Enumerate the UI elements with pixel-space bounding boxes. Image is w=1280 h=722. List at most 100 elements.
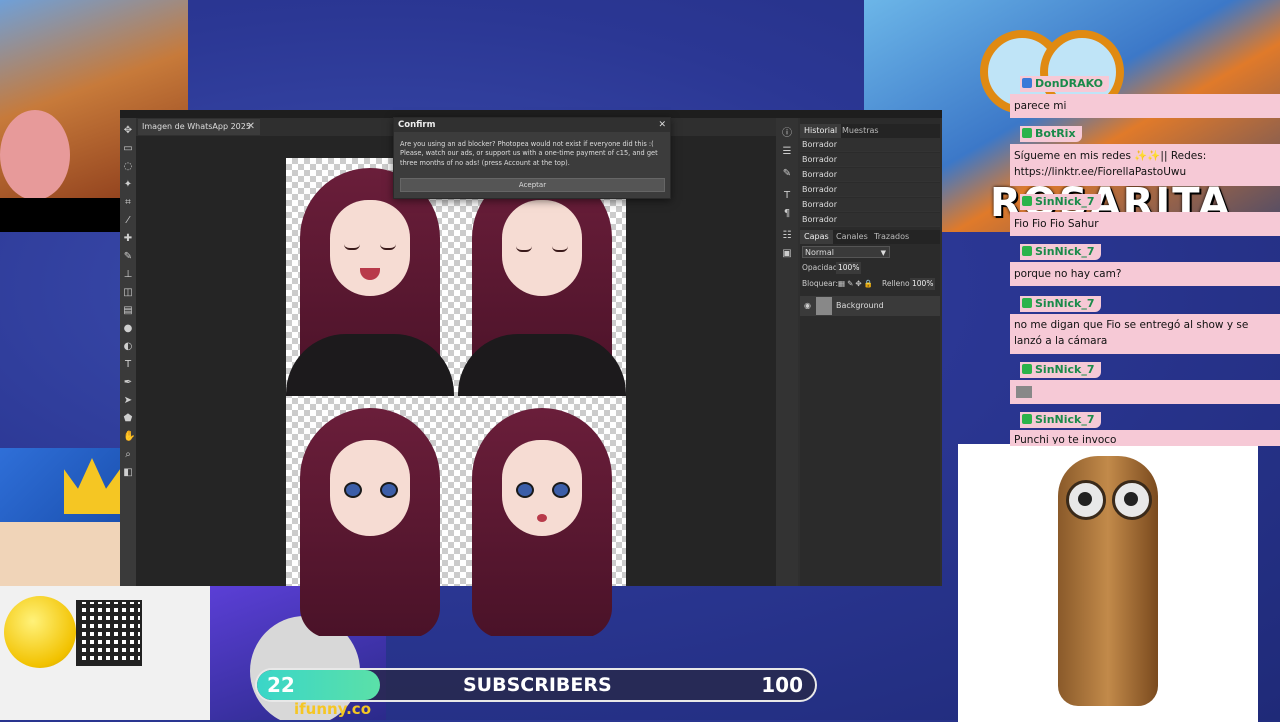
chat-text: parece mi [1014, 100, 1067, 112]
type-tool-icon[interactable]: T [123, 360, 133, 370]
subscriber-count: 22 [267, 673, 295, 697]
small-mouth [537, 514, 547, 522]
panel-icon-strip: ⓘ ☰ ✎ T ¶ ☷ ▣ [776, 118, 798, 586]
lock-icons[interactable]: ▦✎✥🔒 [838, 278, 875, 290]
brush-tool-icon[interactable]: ✎ [123, 252, 133, 262]
eye [344, 482, 362, 498]
layer-row[interactable]: ◉ Background [800, 296, 940, 316]
magic-wand-icon[interactable]: ✦ [123, 180, 133, 190]
chat-username: SinNick_7 [1020, 194, 1101, 210]
eye [380, 482, 398, 498]
dialog-title: Confirm [398, 120, 436, 130]
chat-username: DonDRAKO [1020, 76, 1110, 92]
chat-text: Punchi yo te invoco [1014, 434, 1117, 444]
tab-capas[interactable]: Capas [800, 230, 833, 244]
lasso-tool-icon[interactable]: ◌ [123, 162, 133, 172]
subscriber-label: SUBSCRIBERS [463, 674, 612, 696]
emoji-face-icon [4, 596, 76, 668]
fill-field[interactable]: 100% [910, 278, 936, 290]
brush-settings-icon[interactable]: ✎ [781, 168, 793, 180]
eye [516, 482, 534, 498]
opacity-label: Opacidad: [802, 263, 841, 272]
path-select-icon[interactable]: ➤ [123, 396, 133, 406]
zoom-tool-icon[interactable]: ⌕ [123, 450, 133, 460]
face [330, 200, 410, 296]
stamp-tool-icon[interactable]: ⊥ [123, 270, 133, 280]
move-tool-icon[interactable]: ✥ [123, 126, 133, 136]
blur-tool-icon[interactable]: ● [123, 324, 133, 334]
chat-user-name: SinNick_7 [1035, 195, 1095, 208]
portrait-surprised [458, 398, 626, 636]
hand-tool-icon[interactable]: ✋ [123, 432, 135, 442]
character-icon[interactable]: T [781, 190, 793, 202]
shape-tool-icon[interactable]: ⬟ [123, 414, 133, 424]
chat-username: BotRix [1020, 126, 1082, 142]
chat-text: no me digan que Fio se entregó al show y… [1014, 319, 1249, 347]
face [502, 440, 582, 536]
meme-face-tile [0, 522, 122, 586]
closed-eye [380, 244, 396, 250]
tab-historial[interactable]: Historial [800, 124, 842, 138]
image-icon[interactable]: ▣ [781, 248, 793, 260]
document-tab-label: Imagen de WhatsApp 2025 [142, 122, 251, 131]
eraser-tool-icon[interactable]: ◫ [123, 288, 133, 298]
visibility-eye-icon[interactable]: ◉ [804, 296, 811, 316]
chat-username: SinNick_7 [1020, 412, 1101, 428]
dodge-tool-icon[interactable]: ◐ [123, 342, 133, 352]
close-icon[interactable]: ✕ [658, 118, 666, 132]
adjustments-icon[interactable]: ☷ [781, 230, 793, 242]
sliders-icon[interactable]: ☰ [781, 146, 793, 158]
confirm-dialog: Confirm ✕ Are you using an ad blocker? P… [393, 117, 671, 199]
eyedropper-icon[interactable]: ⁄ [123, 216, 133, 226]
badge-icon [1022, 298, 1032, 308]
tab-trazados[interactable]: Trazados [870, 230, 913, 244]
gradient-tool-icon[interactable]: ▤ [123, 306, 133, 316]
fill-label: Relleno: [882, 279, 913, 288]
subscriber-goal-bar: 22 SUBSCRIBERS 100 [255, 668, 817, 702]
layer-thumbnail [816, 297, 832, 315]
history-item[interactable]: Borrador [800, 138, 940, 152]
chat-username: SinNick_7 [1020, 362, 1101, 378]
healing-tool-icon[interactable]: ✚ [123, 234, 133, 244]
eye [552, 482, 570, 498]
badge-icon [1022, 246, 1032, 256]
badge-icon [1022, 128, 1032, 138]
history-item[interactable]: Borrador [800, 168, 940, 182]
history-item[interactable]: Borrador [800, 198, 940, 212]
portrait-neutral [286, 398, 454, 636]
pig-shape [0, 110, 70, 198]
history-tabbar: Historial Muestras [800, 124, 940, 138]
qr-code [76, 600, 142, 666]
info-icon[interactable]: ⓘ [781, 128, 793, 140]
blend-mode-select[interactable]: Normal ▼ [802, 246, 890, 258]
history-item[interactable]: Borrador [800, 183, 940, 197]
chat-text: Sígueme en mis redes ✨✨|| Redes: https:/… [1014, 150, 1207, 178]
emote-icon [1016, 386, 1032, 398]
accept-button[interactable]: Aceptar [400, 178, 665, 192]
crop-tool-icon[interactable]: ⌗ [123, 198, 133, 208]
pen-tool-icon[interactable]: ✒ [123, 378, 133, 388]
badge-icon [1022, 196, 1032, 206]
dialog-header: Confirm ✕ [394, 118, 670, 132]
tab-muestras[interactable]: Muestras [838, 124, 883, 138]
color-swatches-icon[interactable]: ◧ [123, 468, 133, 478]
figure-eye-right [1112, 480, 1152, 520]
lock-label: Bloquear: [802, 279, 839, 288]
closed-eye [516, 246, 532, 252]
chat-username: SinNick_7 [1020, 296, 1101, 312]
history-item[interactable]: Borrador [800, 213, 940, 227]
paragraph-icon[interactable]: ¶ [781, 208, 793, 220]
open-mouth [360, 268, 380, 280]
history-item[interactable]: Borrador [800, 153, 940, 167]
tab-canales[interactable]: Canales [832, 230, 872, 244]
badge-icon [1022, 414, 1032, 424]
close-tab-icon[interactable]: ✕ [247, 119, 255, 135]
document-image[interactable] [286, 158, 626, 636]
chat-user-name: SinNick_7 [1035, 363, 1095, 376]
chat-text: Fio Fio Fio Sahur [1014, 218, 1099, 230]
opacity-field[interactable]: 100% [836, 262, 862, 274]
tools-toolbar: ✥ ▭ ◌ ✦ ⌗ ⁄ ✚ ✎ ⊥ ◫ ▤ ● ◐ T ✒ ➤ ⬟ ✋ ⌕ ◧ [120, 118, 136, 586]
document-tab[interactable]: Imagen de WhatsApp 2025 ✕ [138, 119, 260, 135]
layer-name: Background [836, 301, 884, 310]
marquee-tool-icon[interactable]: ▭ [123, 144, 133, 154]
